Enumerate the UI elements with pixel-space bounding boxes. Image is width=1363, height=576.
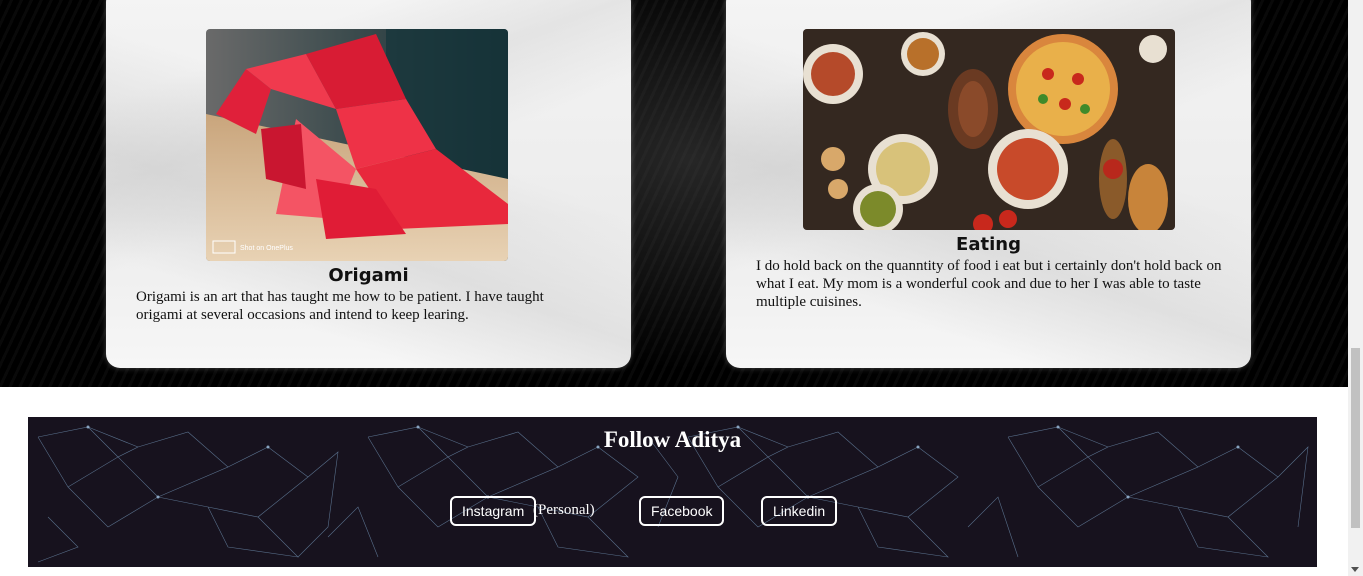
instagram-button[interactable]: Instagram [450, 496, 537, 526]
footer-title: Follow Aditya [603, 427, 742, 452]
social-footer: Follow Aditya Instagram (Personal) Faceb… [28, 417, 1317, 567]
card-title: Eating [956, 234, 1021, 255]
hobby-card-eating: Eating I do hold back on the quanntity o… [726, 0, 1251, 368]
scrollbar-thumb[interactable] [1351, 348, 1360, 528]
page-scrollbar[interactable] [1348, 0, 1363, 576]
food-photo [803, 29, 1175, 230]
origami-photo: Shot on OnePlus [206, 29, 508, 261]
instagram-note: (Personal) [533, 502, 595, 518]
card-description: Origami is an art that has taught me how… [136, 289, 544, 323]
hobby-card-origami: Shot on OnePlus Origami Origami is an ar… [106, 0, 631, 368]
photo-watermark: Shot on OnePlus [240, 245, 293, 252]
hobbies-section: Shot on OnePlus Origami Origami is an ar… [0, 0, 1348, 387]
linkedin-button[interactable]: Linkedin [761, 496, 838, 526]
scroll-down-arrow-icon[interactable] [1351, 567, 1359, 572]
card-description: I do hold back on the quanntity of food … [756, 258, 1222, 310]
facebook-button[interactable]: Facebook [639, 496, 725, 526]
card-title: Origami [328, 265, 409, 286]
